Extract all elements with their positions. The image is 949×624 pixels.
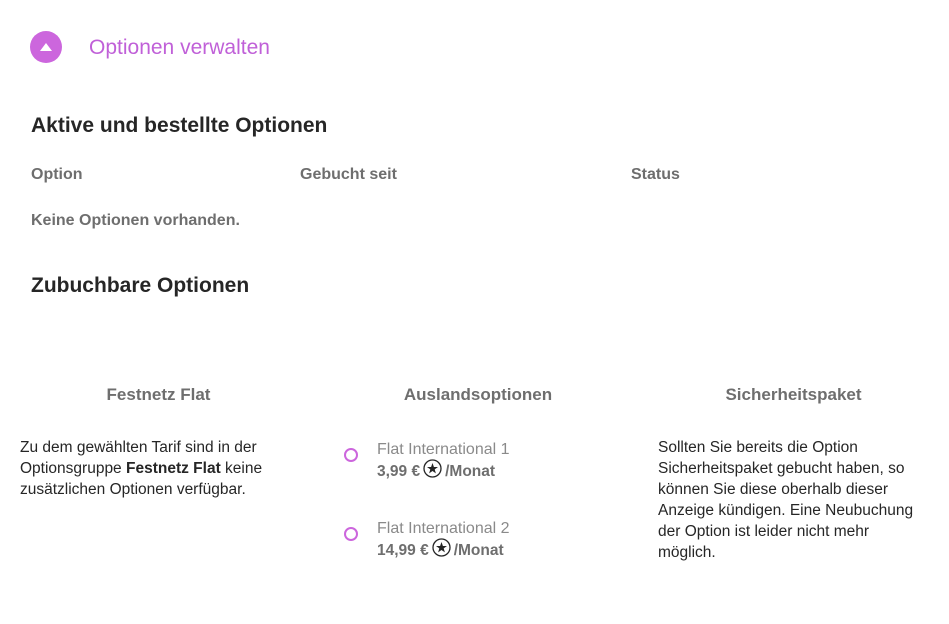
price-period: /Monat — [445, 462, 496, 480]
empty-options-message: Keine Optionen vorhanden. — [31, 212, 240, 229]
sicherheitspaket-info: Sollten Sie bereits die Option Sicherhei… — [658, 439, 914, 561]
price-amount: 3,99 € — [377, 462, 421, 480]
option-name: Flat International 1 — [377, 441, 510, 458]
column-header-option: Option — [31, 166, 83, 183]
collapse-toggle-button[interactable] — [30, 31, 62, 63]
group-title-sicherheitspaket: Sicherheitspaket — [725, 385, 862, 404]
section-title[interactable]: Optionen verwalten — [89, 36, 270, 60]
festnetz-flat-text-bold: Festnetz Flat — [126, 460, 221, 477]
option-name: Flat International 2 — [377, 520, 510, 537]
active-options-heading: Aktive und bestellte Optionen — [31, 114, 328, 137]
bookable-options-heading: Zubuchbare Optionen — [31, 274, 250, 297]
price-amount: 14,99 € — [377, 541, 429, 559]
option-price: 14,99 € /Monat — [377, 538, 504, 560]
option-price: 3,99 € /Monat — [377, 459, 496, 481]
chevron-up-icon — [39, 42, 53, 52]
column-header-booked-since: Gebucht seit — [300, 166, 397, 183]
option-radio-flat-international-2[interactable] — [344, 527, 358, 541]
festnetz-flat-info: Zu dem gewählten Tarif sind in der Optio… — [20, 437, 295, 500]
option-radio-flat-international-1[interactable] — [344, 448, 358, 462]
group-title-auslandsoptionen: Auslandsoptionen — [403, 385, 553, 404]
star-icon — [432, 538, 451, 557]
group-title-festnetz-flat: Festnetz Flat — [106, 385, 211, 404]
column-header-status: Status — [631, 166, 680, 183]
star-icon — [423, 459, 442, 478]
price-period: /Monat — [453, 541, 504, 559]
